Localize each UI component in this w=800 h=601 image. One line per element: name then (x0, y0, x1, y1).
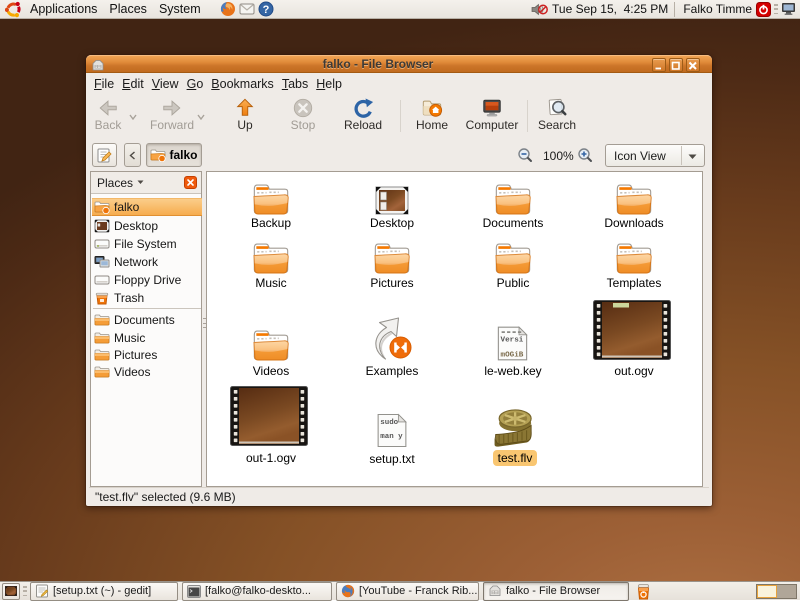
svg-text:man y: man y (380, 433, 403, 441)
svg-text:mOGiB: mOGiB (501, 352, 524, 360)
svg-text:sudo: sudo (380, 419, 398, 427)
svg-text:?: ? (262, 4, 269, 16)
svg-text:Versi: Versi (501, 336, 524, 344)
